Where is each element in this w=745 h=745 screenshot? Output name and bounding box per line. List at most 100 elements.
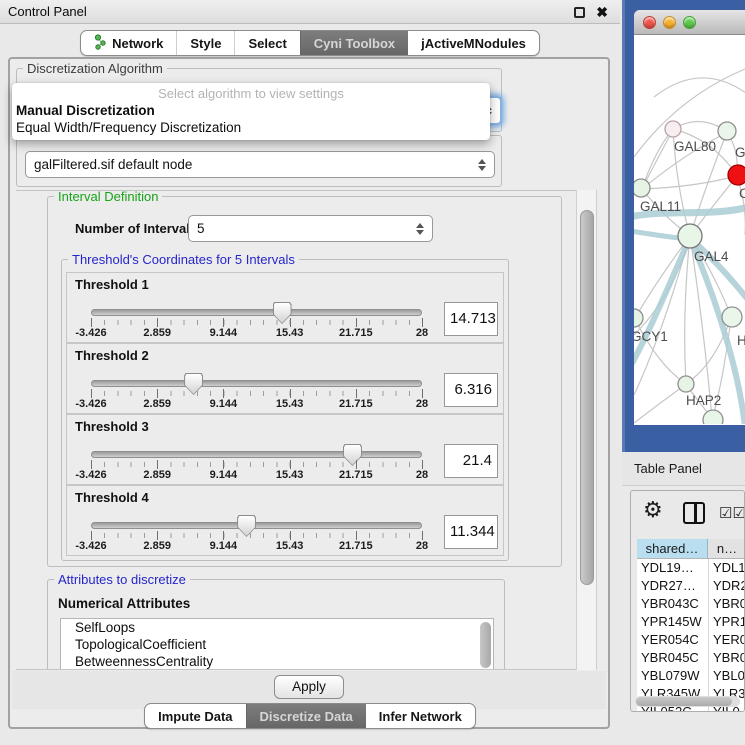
network-node[interactable] [728, 165, 745, 185]
close-icon[interactable]: ✖ [596, 2, 608, 22]
network-node[interactable] [634, 179, 650, 197]
tab-label: Discretize Data [260, 709, 353, 724]
network-node[interactable] [665, 121, 681, 137]
slider-tick-label: 28 [416, 327, 428, 339]
slider-tick-label: 15.43 [276, 327, 304, 339]
tab-jactivemnodules[interactable]: jActiveMNodules [408, 31, 539, 55]
cell-shared-name: YPR145W [637, 613, 708, 631]
settings-scrollbar[interactable] [576, 190, 597, 670]
cell-name: YBR0… [708, 649, 745, 667]
network-desktop: GAL80GACGAL11GAL4GCY1HHAP2 [622, 0, 745, 452]
minimize-traffic-light-icon[interactable] [663, 16, 676, 29]
table-row[interactable]: YDR27…YDR2… [637, 577, 745, 595]
table-hscrollbar-thumb[interactable] [636, 697, 732, 706]
numerical-attributes-list[interactable]: SelfLoopsTopologicalCoefficientBetweenne… [60, 618, 494, 670]
table-row[interactable]: YER054CYER0… [637, 631, 745, 649]
threshold-label: Threshold 3 [75, 419, 149, 434]
node-label: GAL11 [640, 199, 681, 214]
threshold-value-field[interactable]: 14.713 [444, 302, 498, 336]
select-columns-icon[interactable]: ☑☑ [719, 504, 745, 522]
network-node[interactable] [722, 307, 742, 327]
settings-scrollbar-thumb[interactable] [580, 210, 594, 585]
network-window-titlebar [634, 10, 745, 35]
dropdown-option-manual[interactable]: Manual Discretization [12, 103, 490, 120]
table-row[interactable]: YBR045CYBR0… [637, 649, 745, 667]
slider-track[interactable] [91, 522, 422, 529]
table-row[interactable]: YDL19…YDL1… [637, 559, 745, 577]
slider-major-tick [91, 531, 92, 540]
float-icon[interactable] [574, 7, 585, 18]
tab-label: Infer Network [379, 709, 462, 724]
combo-arrows-icon [416, 223, 424, 235]
table-hscrollbar[interactable] [635, 696, 740, 707]
attribute-list-item[interactable]: BetweennessCentrality [61, 653, 493, 670]
bottom-tab-infer-network[interactable]: Infer Network [366, 704, 475, 728]
slider-minor-ticks [91, 462, 423, 467]
split-columns-icon[interactable] [683, 502, 705, 524]
zoom-traffic-light-icon[interactable] [683, 16, 696, 29]
tab-segment: NetworkStyleSelect Cyni Toolbox jActiveMNo… [80, 30, 540, 56]
cell-shared-name: YER054C [637, 631, 708, 649]
slider-major-tick [356, 531, 357, 540]
slider-major-tick [157, 531, 158, 540]
apply-button[interactable]: Apply [274, 675, 344, 699]
threshold-row-2: Threshold 2-3.4262.8599.14415.4321.71528… [66, 343, 504, 414]
slider-major-tick [157, 460, 158, 469]
slider-major-tick [91, 389, 92, 398]
threshold-label: Threshold 4 [75, 490, 149, 505]
network-node[interactable] [678, 376, 694, 392]
tab-select[interactable]: Select [234, 31, 299, 55]
table-toolbar: ⚙ ☑☑ [631, 491, 744, 535]
tab-label: Cyni Toolbox [314, 36, 395, 51]
network-node[interactable] [718, 122, 736, 140]
algorithm-dropdown-popup: Select algorithm to view settings Manual… [12, 83, 490, 140]
network-window: GAL80GACGAL11GAL4GCY1HHAP2 [634, 10, 745, 425]
slider-major-tick [422, 318, 423, 327]
slider-tick-label: -3.426 [75, 469, 106, 481]
threshold-value-field[interactable]: 11.344 [444, 515, 498, 549]
slider-tick-label: 28 [416, 469, 428, 481]
table-row[interactable]: YPR145WYPR1… [637, 613, 745, 631]
network-node[interactable] [634, 309, 643, 327]
cell-shared-name: YDL19… [637, 559, 708, 577]
attribute-list-item[interactable]: TopologicalCoefficient [61, 636, 493, 653]
threshold-value-field[interactable]: 21.4 [444, 444, 498, 478]
table-panel-header: Table Panel [622, 452, 745, 486]
bottom-tab-discretize-data[interactable]: Discretize Data [246, 704, 366, 728]
network-canvas[interactable]: GAL80GACGAL11GAL4GCY1HHAP2 [634, 35, 745, 424]
threshold-value-field[interactable]: 6.316 [444, 373, 498, 407]
dropdown-option-equal-width[interactable]: Equal Width/Frequency Discretization [12, 120, 490, 137]
slider-track[interactable] [91, 451, 422, 458]
threshold-label: Threshold 2 [75, 348, 149, 363]
close-traffic-light-icon[interactable] [643, 16, 656, 29]
bottom-tab-segment: Impute Data Discretize Data Infer Network [144, 703, 476, 729]
slider-minor-ticks [91, 533, 423, 538]
network-edge[interactable] [643, 130, 673, 187]
slider-track[interactable] [91, 309, 422, 316]
table-data-combobox[interactable]: galFiltered.sif default node [25, 151, 495, 178]
slider-track[interactable] [91, 380, 422, 387]
network-node[interactable] [703, 410, 723, 424]
list-scrollbar-thumb[interactable] [480, 622, 491, 668]
slider-major-tick [157, 389, 158, 398]
bottom-tab-impute-data[interactable]: Impute Data [145, 704, 245, 728]
network-edge-thick[interactable] [634, 240, 689, 367]
column-header-shared-name[interactable]: shared… [637, 539, 708, 558]
network-node[interactable] [678, 224, 702, 248]
slider-tick-label: 9.144 [210, 469, 238, 481]
tab-cyni-toolbox[interactable]: Cyni Toolbox [300, 31, 408, 55]
table-row[interactable]: YBR043CYBR0… [637, 595, 745, 613]
tab-style[interactable]: Style [176, 31, 234, 55]
table-row[interactable]: YBL079WYBL0… [637, 667, 745, 685]
network-edge[interactable] [634, 385, 685, 423]
network-edge[interactable] [685, 236, 690, 383]
column-header-name[interactable]: n… [708, 539, 745, 558]
cell-shared-name: YBL079W [637, 667, 708, 685]
control-panel: Control Panel ✖ NetworkStyleSelectCyni T… [0, 0, 620, 745]
number-of-intervals-combobox[interactable]: 5 [188, 215, 433, 242]
slider-major-tick [91, 460, 92, 469]
gear-icon[interactable]: ⚙ [643, 497, 663, 523]
slider-tick-label: -3.426 [75, 327, 106, 339]
attribute-list-item[interactable]: SelfLoops [61, 619, 493, 636]
tab-network[interactable]: Network [81, 31, 176, 55]
